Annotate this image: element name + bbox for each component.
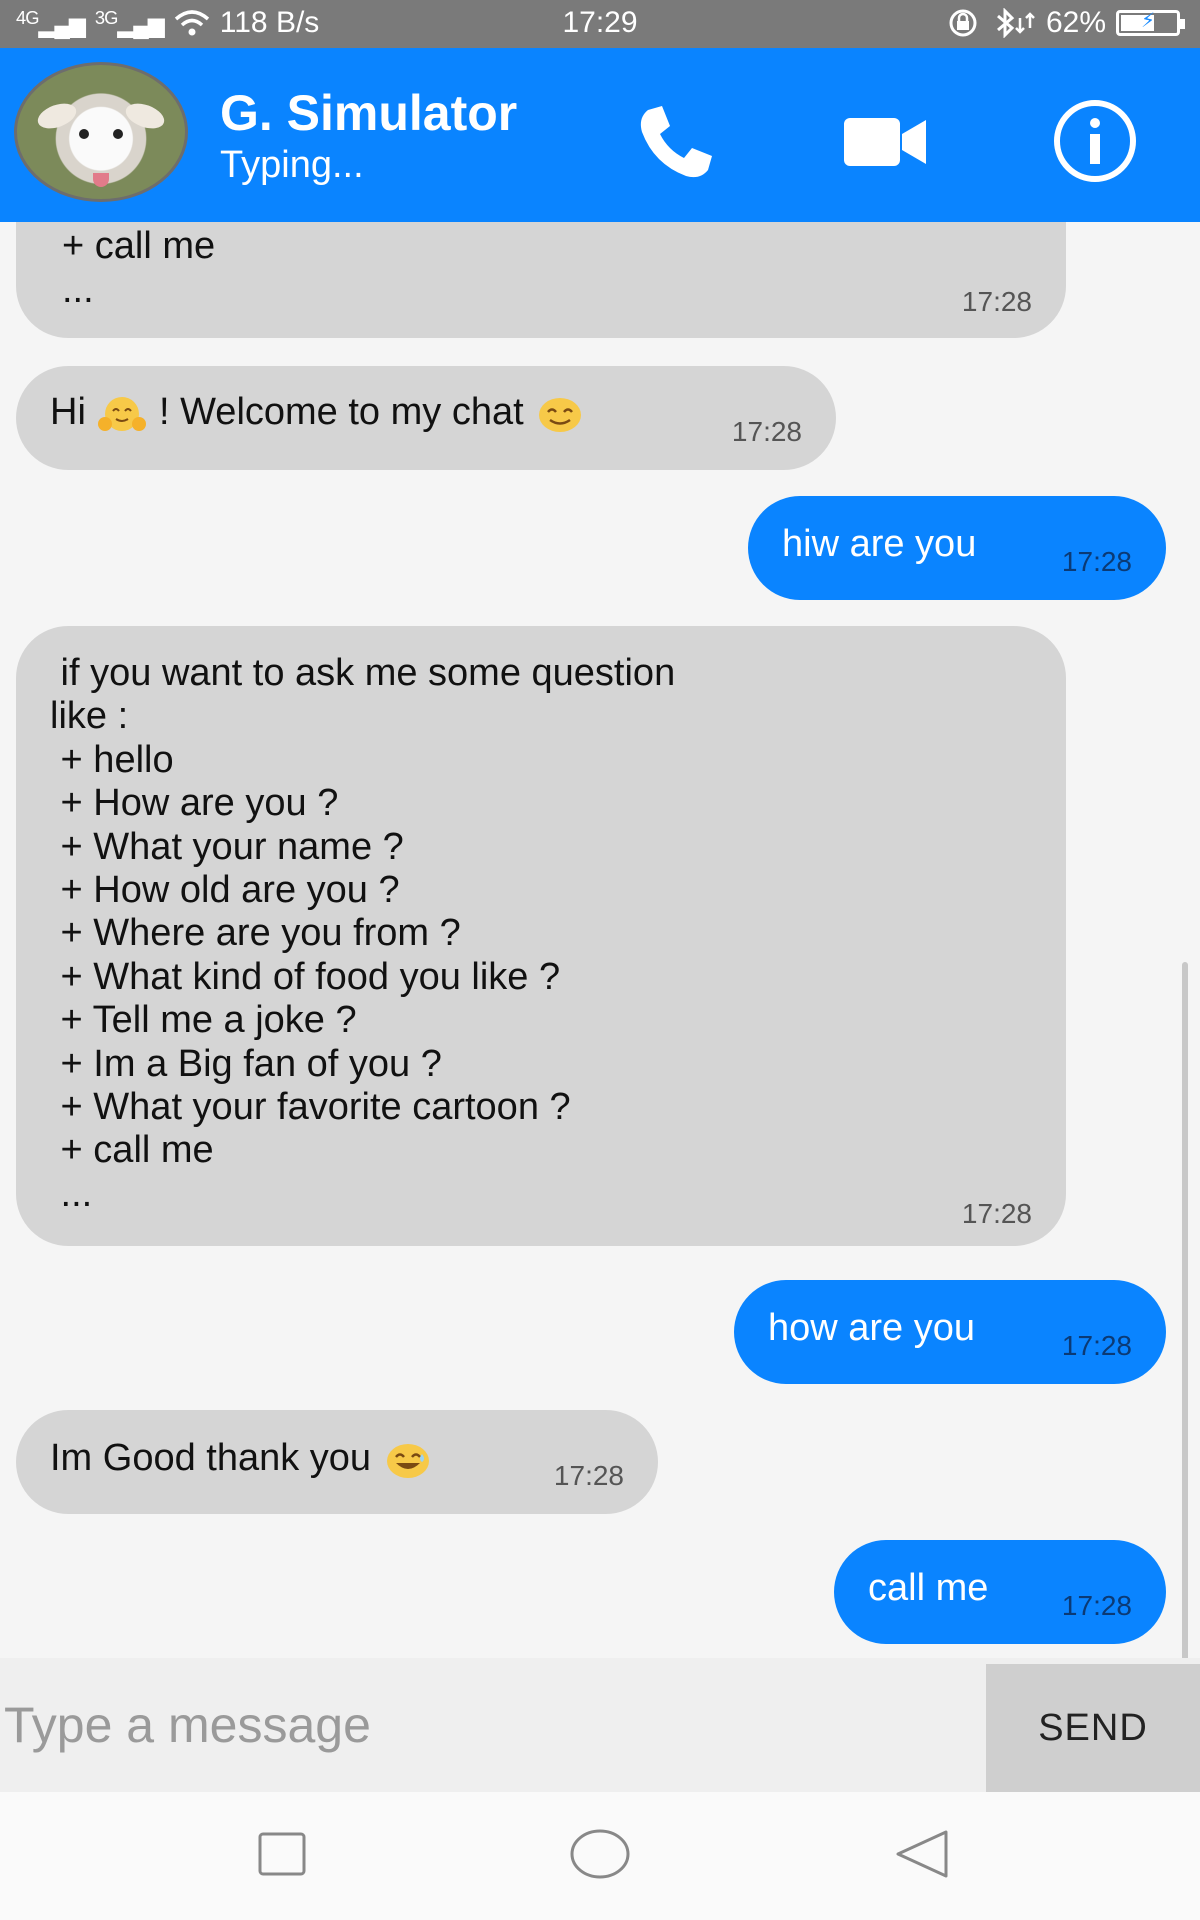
message-text: hiw are you (782, 523, 977, 565)
message-text: + call me (62, 225, 216, 267)
video-icon[interactable] (840, 96, 930, 186)
message-text: how are you (768, 1307, 976, 1349)
message-input[interactable] (0, 1658, 986, 1792)
message-text: ... (62, 269, 94, 311)
battery-icon: ⚡ (1116, 10, 1185, 36)
chat-header: G. Simulator Typing... (0, 48, 1200, 222)
incoming-message[interactable]: Hi ! Welcome to my chat 17:28 (16, 366, 836, 470)
message-time: 17:28 (1061, 1590, 1132, 1621)
incoming-message[interactable]: + call me ... 17:28 (16, 222, 1066, 338)
outgoing-message[interactable]: call me 17:28 (834, 1540, 1166, 1644)
system-nav-bar (0, 1792, 1200, 1920)
battery-percent: 62% (1045, 6, 1106, 39)
triangle-back-icon[interactable] (886, 1820, 956, 1890)
hug-emoji (98, 396, 147, 431)
status-bar: 4G▂▄▆ 3G▂▄▆ 118 B/s 17:29 62% ⚡ (0, 0, 1200, 48)
contact-name: G. Simulator (220, 85, 518, 141)
message-time: 17:28 (961, 286, 1032, 317)
circle-icon[interactable] (565, 1820, 635, 1890)
message-list[interactable]: + call me ... 17:28 Hi ! Welcome to my c… (0, 222, 1200, 1658)
composer: SEND (0, 1658, 1200, 1792)
bluetooth-icon (996, 8, 1035, 38)
outgoing-message[interactable]: how are you 17:28 (734, 1280, 1166, 1384)
outgoing-message[interactable]: hiw are you 17:28 (748, 496, 1166, 600)
message-text: call me (868, 1567, 989, 1609)
laugh-emoji (386, 1443, 429, 1478)
send-button[interactable]: SEND (986, 1664, 1200, 1792)
square-icon[interactable] (248, 1820, 318, 1890)
avatar[interactable] (14, 62, 188, 202)
scrollbar[interactable] (1182, 962, 1188, 1658)
message-text: ! Welcome to my chat (159, 391, 524, 433)
smile-emoji (539, 397, 582, 432)
incoming-message[interactable]: if you want to ask me some question like… (16, 626, 1066, 1246)
message-time: 17:28 (1061, 546, 1132, 577)
info-icon[interactable] (1050, 96, 1140, 186)
message-text: if you want to ask me some question like… (50, 652, 676, 1215)
message-time: 17:28 (961, 1198, 1032, 1229)
message-text: Im Good thank you (50, 1437, 372, 1479)
contact-status: Typing... (220, 144, 364, 186)
phone-icon[interactable] (630, 96, 720, 186)
rotation-lock-icon (949, 9, 977, 37)
message-text: Hi (50, 391, 86, 433)
message-time: 17:28 (553, 1460, 624, 1491)
clock: 17:29 (562, 6, 638, 39)
message-time: 17:28 (731, 416, 802, 447)
message-time: 17:28 (1061, 1330, 1132, 1361)
incoming-message[interactable]: Im Good thank you 17:28 (16, 1410, 658, 1514)
